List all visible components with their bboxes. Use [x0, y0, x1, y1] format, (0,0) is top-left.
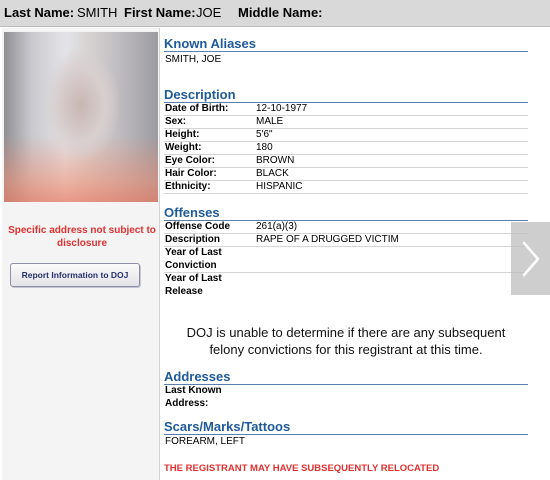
height-label: Height:: [165, 129, 200, 140]
blurred-face: [44, 50, 118, 160]
ethnicity-label: Ethnicity:: [165, 181, 211, 192]
doj-notice-line-1: DOJ is unable to determine if there are …: [186, 325, 506, 340]
scars-value: FOREARM, LEFT: [165, 436, 246, 447]
address-disclosure-note: Specific address not subject to disclosu…: [8, 225, 156, 249]
offense-description-label: Description: [165, 234, 221, 245]
last-release-label-1: Year of Last: [165, 273, 222, 284]
last-known-address-label-1: Last Known: [165, 385, 222, 396]
description-row: Ethnicity: HISPANIC: [164, 180, 528, 194]
known-aliases-heading: Known Aliases: [164, 36, 528, 52]
scars-heading: Scars/Marks/Tattoos: [164, 419, 528, 435]
offense-code-value: 261(a)(3): [256, 221, 298, 232]
first-name-value: JOE: [196, 5, 222, 20]
offense-code-label: Offense Code: [165, 221, 231, 232]
relocated-warning: THE REGISTRANT MAY HAVE SUBSEQUENTLY REL…: [164, 463, 440, 474]
dob-value: 12-10-1977: [256, 103, 308, 114]
doj-notice: DOJ is unable to determine if there are …: [164, 324, 528, 358]
eye-color-value: BROWN: [256, 155, 295, 166]
offense-description-row: Description RAPE OF A DRUGGED VICTIM: [164, 233, 528, 247]
description-row: Eye Color: BROWN: [164, 154, 528, 168]
last-name-label: Last Name:: [4, 5, 75, 20]
hair-color-value: BLACK: [256, 168, 289, 179]
height-value: 5'6": [256, 129, 273, 140]
last-name-value: SMITH: [77, 5, 118, 20]
last-release-label-2: Release: [165, 286, 203, 297]
description-row: Hair Color: BLACK: [164, 167, 528, 181]
last-conviction-label-1: Year of Last: [165, 247, 222, 258]
ethnicity-value: HISPANIC: [256, 181, 303, 192]
offense-code-row: Offense Code 261(a)(3): [164, 220, 528, 234]
eye-color-label: Eye Color:: [165, 155, 216, 166]
hair-color-label: Hair Color:: [165, 168, 217, 179]
last-known-address-label-2: Address:: [165, 398, 209, 409]
last-conviction-label-2: Conviction: [165, 260, 217, 271]
registrant-photo: [4, 32, 158, 202]
doj-notice-line-2: felony convictions for this registrant a…: [209, 342, 483, 357]
description-heading: Description: [164, 87, 528, 103]
dob-label: Date of Birth:: [165, 103, 229, 114]
middle-name-label: Middle Name:: [238, 5, 323, 20]
aliases-value: SMITH, JOE: [165, 54, 222, 65]
weight-label: Weight:: [165, 142, 202, 153]
description-row: Date of Birth: 12-10-1977: [164, 102, 528, 116]
addresses-heading: Addresses: [164, 369, 528, 385]
weight-value: 180: [256, 142, 273, 153]
description-row: Weight: 180: [164, 141, 528, 155]
chevron-right-icon: [522, 241, 540, 277]
description-row: Sex: MALE: [164, 115, 528, 129]
name-header: Last Name: SMITH First Name: JOE Middle …: [0, 0, 550, 27]
report-to-doj-button[interactable]: Report Information to DOJ: [10, 263, 140, 287]
offenses-heading: Offenses: [164, 205, 528, 221]
description-row: Height: 5'6": [164, 128, 528, 142]
next-button[interactable]: [511, 222, 550, 295]
sex-label: Sex:: [165, 116, 187, 127]
last-conviction-row: Conviction: [164, 259, 528, 273]
sex-value: MALE: [256, 116, 284, 127]
offense-description-value: RAPE OF A DRUGGED VICTIM: [256, 234, 399, 245]
first-name-label: First Name:: [124, 5, 196, 20]
